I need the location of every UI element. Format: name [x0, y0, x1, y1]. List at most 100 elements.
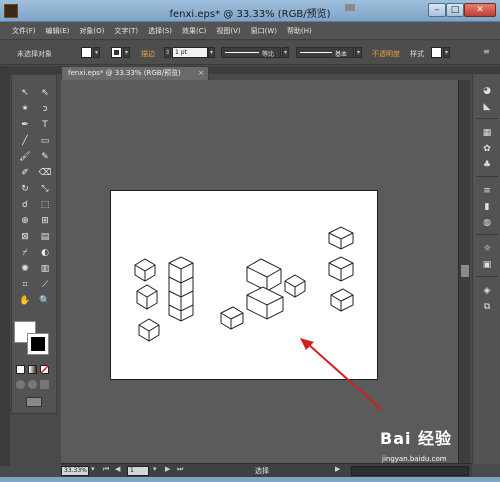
menu-window[interactable]: 窗口(W) [251, 26, 277, 36]
magic-wand-tool-icon[interactable]: ✶ [16, 101, 34, 117]
panel-separator [476, 276, 498, 277]
artboard-number-field[interactable]: 1 [127, 466, 149, 476]
stroke-weight-stepper[interactable]: ⇕ [164, 47, 171, 58]
menu-type[interactable]: 文字(T) [114, 26, 138, 36]
none-slash [40, 365, 49, 374]
variable-width-profile[interactable]: 等比 [221, 47, 281, 58]
slice-tool-icon[interactable]: ⟋ [36, 277, 54, 293]
previous-artboard-icon[interactable]: ◀ [115, 465, 120, 473]
layers-panel-icon[interactable]: ◈ [479, 284, 495, 298]
zoom-tool-icon[interactable]: 🔍 [36, 293, 54, 309]
opacity-label[interactable]: 不透明度 [372, 49, 400, 59]
eraser-tool-icon[interactable]: ⌫ [36, 165, 54, 181]
menu-effect[interactable]: 效果(C) [182, 26, 206, 36]
menu-edit[interactable]: 编辑(E) [46, 26, 70, 36]
transparency-panel-icon[interactable]: ◍ [479, 216, 495, 230]
iso-shape-l3 [138, 318, 160, 342]
close-button[interactable]: ✕ [464, 3, 496, 17]
symbols-panel-icon[interactable]: ♣ [479, 158, 495, 172]
last-artboard-icon[interactable]: ⏭ [177, 465, 183, 474]
lasso-tool-icon[interactable]: ↄ [36, 101, 54, 117]
status-menu-icon[interactable]: ▶ [335, 465, 340, 473]
window-bottom-border [0, 477, 500, 482]
gradient-mode-icon[interactable] [28, 365, 37, 374]
line-tool-icon[interactable]: ╱ [16, 133, 34, 149]
symbol-sprayer-tool-icon[interactable]: ✺ [16, 261, 34, 277]
graphic-style-dropdown[interactable]: ▾ [443, 47, 450, 58]
paintbrush-tool-icon[interactable]: 🖌 [16, 149, 34, 165]
menu-file[interactable]: 文件(F) [12, 26, 36, 36]
draw-normal-icon[interactable] [16, 380, 25, 389]
selection-tool-icon[interactable]: ↖ [16, 85, 34, 101]
scale-tool-icon[interactable]: ⤡ [36, 181, 54, 197]
zoom-dropdown-icon[interactable]: ▾ [91, 465, 95, 473]
window-title: fenxi.eps* @ 33.33% (RGB/预览) [169, 9, 331, 20]
artboards-panel-icon[interactable]: ⧉ [479, 300, 495, 314]
eyedropper-tool-icon[interactable]: ⌿ [16, 245, 34, 261]
fill-dropdown[interactable]: ▾ [93, 47, 100, 58]
warp-tool-icon[interactable]: ☌ [16, 197, 34, 213]
blob-brush-tool-icon[interactable]: ✐ [16, 165, 34, 181]
none-mode-icon[interactable] [40, 365, 49, 374]
color-panel-icon[interactable]: ◕ [479, 84, 495, 98]
mesh-tool-icon[interactable]: ⊠ [16, 229, 34, 245]
horizontal-scroll-thumb[interactable] [345, 4, 355, 11]
menu-bar: 文件(F) 编辑(E) 对象(O) 文字(T) 选择(S) 效果(C) 视图(V… [0, 22, 500, 40]
rotate-tool-icon[interactable]: ↻ [16, 181, 34, 197]
stroke-weight-dropdown[interactable]: ▾ [208, 47, 215, 58]
document-tab[interactable]: fenxi.eps* @ 33.33% (RGB/预览) × [61, 66, 209, 80]
maximize-button[interactable]: □ [446, 3, 464, 17]
hand-tool-icon[interactable]: ✋ [16, 293, 34, 309]
minimize-button[interactable]: – [428, 3, 446, 17]
stroke-swatch[interactable] [27, 333, 49, 355]
fill-color-swatch[interactable] [81, 47, 92, 58]
artboard-dropdown-icon[interactable]: ▾ [153, 465, 157, 473]
status-mode[interactable]: 选择 [255, 466, 269, 476]
color-mode-icon[interactable] [16, 365, 25, 374]
screen-mode-icon[interactable] [26, 397, 42, 407]
zoom-field[interactable]: 33.33% [61, 466, 89, 476]
graphic-styles-panel-icon[interactable]: ▣ [479, 258, 495, 272]
stroke-weight-field[interactable]: 1 pt [172, 47, 208, 58]
brush-dropdown[interactable]: ▾ [355, 47, 362, 58]
draw-behind-icon[interactable] [28, 380, 37, 389]
perspective-grid-tool-icon[interactable]: ⊞ [36, 213, 54, 229]
iso-shape-l2 [136, 284, 158, 310]
menu-help[interactable]: 帮助(H) [287, 26, 312, 36]
style-label: 样式 [410, 50, 424, 58]
stroke-label[interactable]: 描边 [141, 49, 155, 59]
rectangle-tool-icon[interactable]: ▭ [36, 133, 54, 149]
vertical-scroll-thumb[interactable] [461, 265, 469, 277]
blend-tool-icon[interactable]: ◐ [36, 245, 54, 261]
stroke-color-swatch[interactable] [111, 47, 122, 58]
pencil-tool-icon[interactable]: ✎ [36, 149, 54, 165]
draw-inside-icon[interactable] [40, 380, 49, 389]
free-transform-tool-icon[interactable]: ⬚ [36, 197, 54, 213]
column-graph-tool-icon[interactable]: ▥ [36, 261, 54, 277]
direct-selection-tool-icon[interactable]: ⇖ [36, 85, 54, 101]
pen-tool-icon[interactable]: ✒ [16, 117, 34, 133]
menu-view[interactable]: 视图(V) [216, 26, 240, 36]
gradient-panel-icon[interactable]: ▮ [479, 200, 495, 214]
baidu-watermark: Bai 经验 jingyan.baidu.com [380, 425, 490, 469]
menu-select[interactable]: 选择(S) [148, 26, 172, 36]
gradient-tool-icon[interactable]: ▤ [36, 229, 54, 245]
maximize-icon: □ [450, 5, 460, 15]
brush-definition[interactable]: 基本 [296, 47, 354, 58]
first-artboard-icon[interactable]: ⏮ [103, 465, 109, 474]
profile-dropdown[interactable]: ▾ [282, 47, 289, 58]
color-guide-panel-icon[interactable]: ◣ [479, 100, 495, 114]
type-tool-icon[interactable]: T [36, 117, 54, 133]
control-menu-icon[interactable]: ≡ [483, 47, 493, 58]
artboard-tool-icon[interactable]: ⌗ [16, 277, 34, 293]
appearance-panel-icon[interactable]: ☼ [479, 242, 495, 256]
shape-builder-tool-icon[interactable]: ⊕ [16, 213, 34, 229]
swatches-panel-icon[interactable]: ▦ [479, 126, 495, 140]
next-artboard-icon[interactable]: ▶ [165, 465, 170, 473]
graphic-style-swatch[interactable] [431, 47, 442, 58]
menu-object[interactable]: 对象(O) [79, 26, 104, 36]
brushes-panel-icon[interactable]: ✿ [479, 142, 495, 156]
tab-close-icon[interactable]: × [198, 67, 204, 80]
stroke-panel-icon[interactable]: ≡ [479, 184, 495, 198]
stroke-dropdown[interactable]: ▾ [123, 47, 130, 58]
